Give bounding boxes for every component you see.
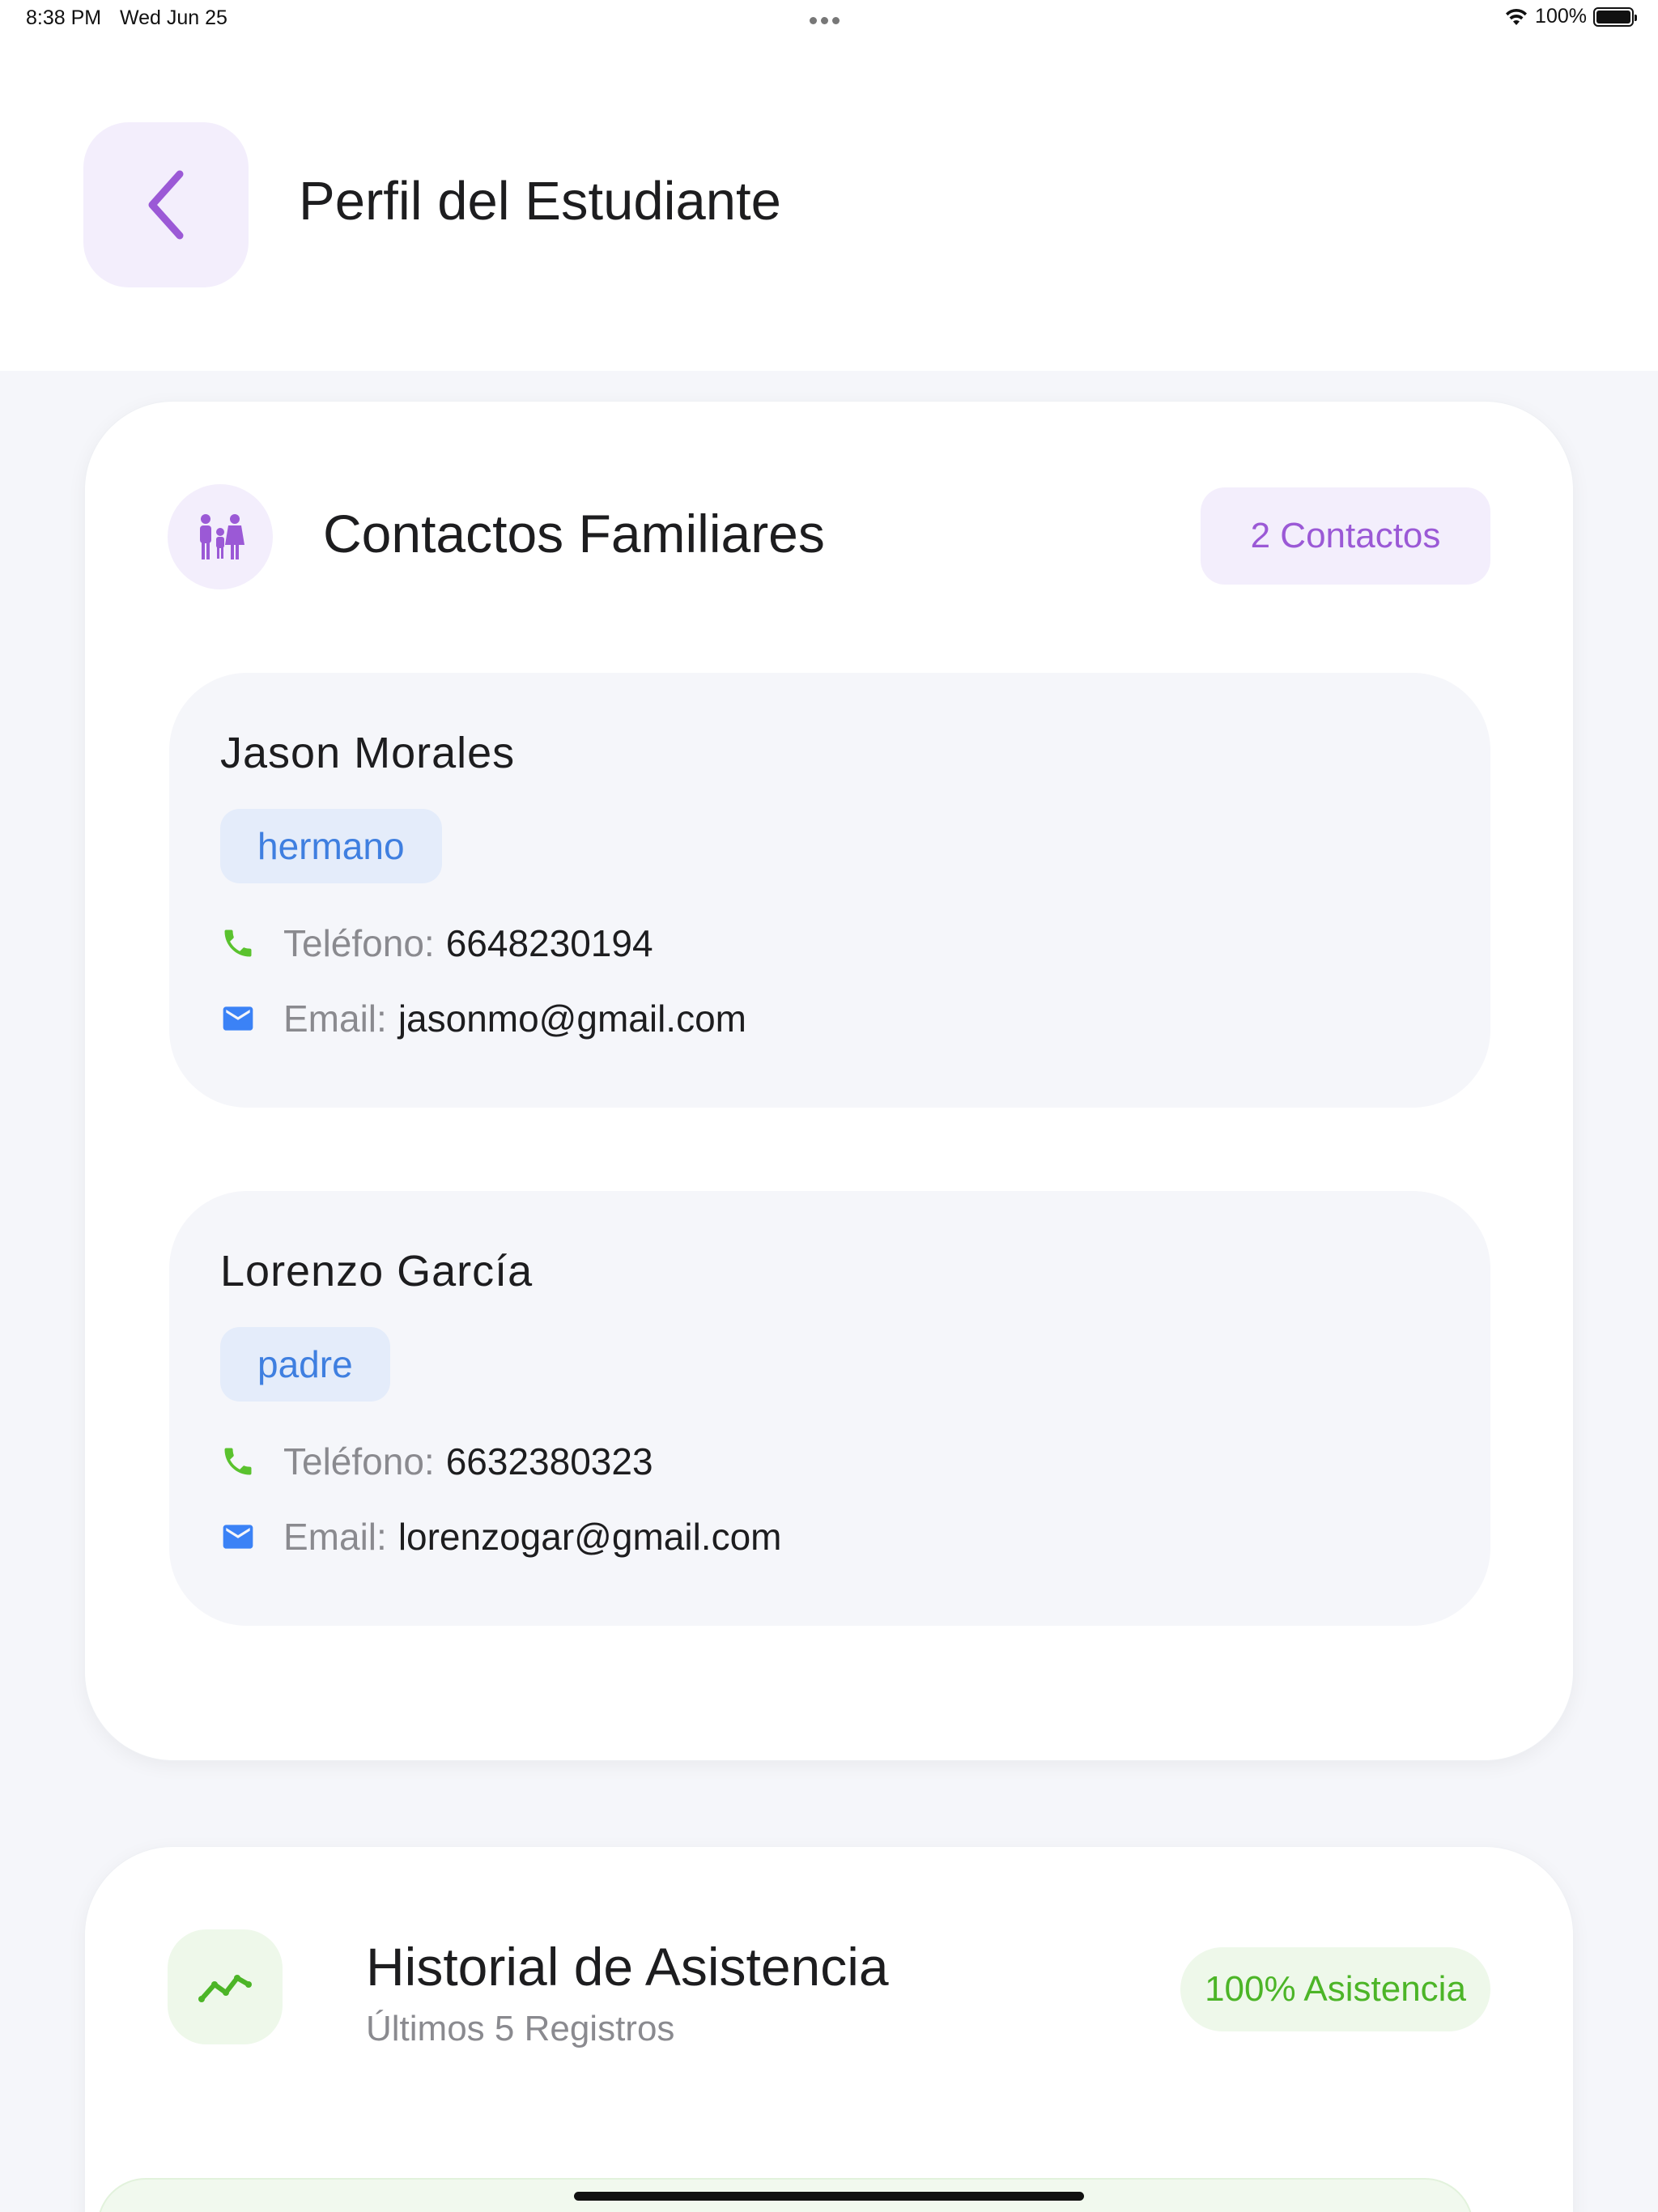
multitasking-dots-icon[interactable]	[810, 14, 848, 24]
back-button[interactable]	[83, 122, 249, 287]
email-label: Email:	[283, 1516, 387, 1558]
phone-icon	[220, 925, 256, 961]
email-value: jasonmo@gmail.com	[397, 998, 746, 1040]
contact-card: Lorenzo García padre Teléfono: 663238032…	[169, 1191, 1490, 1626]
status-time: 8:38 PM	[26, 6, 102, 29]
email-label: Email:	[283, 998, 387, 1040]
status-right: 100%	[1504, 5, 1637, 28]
contacts-card-title: Contactos Familiares	[323, 504, 825, 564]
battery-icon	[1593, 6, 1637, 27]
status-date: Wed Jun 25	[120, 6, 227, 29]
contact-name: Lorenzo García	[220, 1247, 534, 1295]
phone-value: 6632380323	[445, 1440, 653, 1482]
attendance-history-card: Historial de Asistencia Últimos 5 Regist…	[84, 1846, 1574, 2212]
trend-icon-badge	[168, 1929, 283, 2044]
history-card-subtitle: Últimos 5 Registros	[366, 2009, 675, 2048]
contacts-count-badge: 2 Contactos	[1201, 487, 1490, 585]
student-profile-page: 8:38 PM Wed Jun 25 100% Perfil del Estud…	[0, 0, 1658, 2212]
wifi-icon	[1506, 8, 1528, 25]
chevron-left-icon	[148, 170, 184, 240]
home-indicator[interactable]	[574, 2192, 1084, 2201]
mail-icon	[220, 1001, 256, 1036]
phone-icon	[220, 1444, 256, 1479]
mail-icon	[220, 1519, 256, 1555]
battery-percent: 100%	[1535, 5, 1587, 28]
relation-tag: padre	[220, 1327, 390, 1402]
history-card-title: Historial de Asistencia	[366, 1937, 889, 1997]
family-contacts-card: Contactos Familiares 2 Contactos Jason M…	[84, 401, 1574, 1761]
email-row[interactable]: Email: jasonmo@gmail.com	[220, 997, 746, 1040]
phone-row[interactable]: Teléfono: 6632380323	[220, 1440, 653, 1483]
top-area: 8:38 PM Wed Jun 25 100% Perfil del Estud…	[0, 0, 1658, 371]
family-icon-badge	[168, 484, 273, 589]
phone-label: Teléfono:	[283, 922, 435, 964]
trending-up-icon	[198, 1975, 252, 2002]
attendance-percent-badge: 100% Asistencia	[1180, 1947, 1490, 2031]
page-title: Perfil del Estudiante	[299, 171, 781, 232]
phone-value: 6648230194	[445, 922, 653, 964]
email-value: lorenzogar@gmail.com	[397, 1516, 782, 1558]
contact-name: Jason Morales	[220, 729, 516, 777]
phone-label: Teléfono:	[283, 1440, 435, 1482]
contact-card: Jason Morales hermano Teléfono: 66482301…	[169, 673, 1490, 1108]
family-icon	[200, 514, 244, 559]
relation-tag: hermano	[220, 809, 442, 883]
email-row[interactable]: Email: lorenzogar@gmail.com	[220, 1515, 781, 1559]
phone-row[interactable]: Teléfono: 6648230194	[220, 921, 653, 965]
